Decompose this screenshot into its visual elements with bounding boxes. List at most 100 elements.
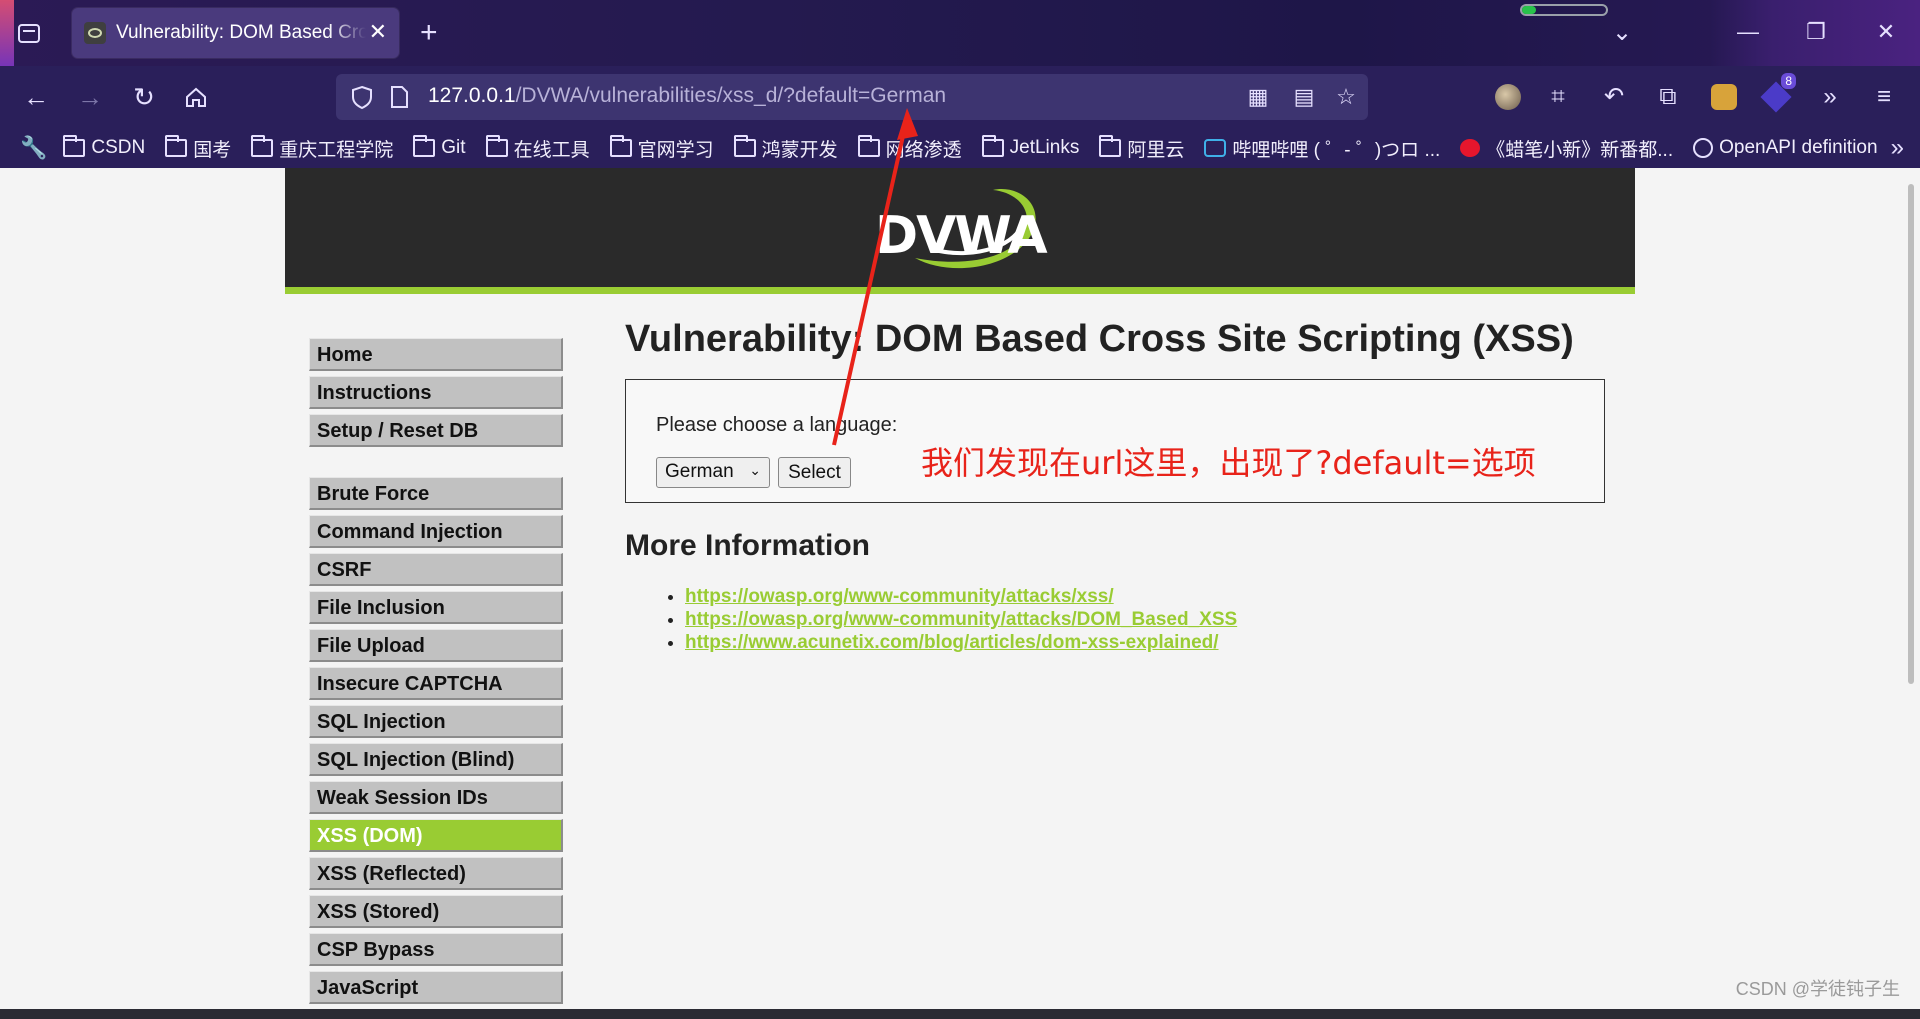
link-acunetix[interactable]: https://www.acunetix.com/blog/articles/d…	[685, 632, 1219, 653]
reader-view-icon[interactable]: ▤	[1290, 84, 1318, 110]
wrench-icon[interactable]: 🔧	[20, 135, 47, 161]
menu-item-xss-stored[interactable]: XSS (Stored)	[309, 895, 563, 928]
bookmark-item[interactable]: Git	[413, 135, 466, 159]
bookmark-item[interactable]: 鸿蒙开发	[733, 135, 838, 162]
menu-item-brute-force[interactable]: Brute Force	[309, 477, 563, 510]
list-item: https://owasp.org/www-community/attacks/…	[685, 585, 1615, 608]
extensions-icon[interactable]: ⧉	[1650, 79, 1686, 115]
restore-icon[interactable]: ❐	[1796, 14, 1836, 50]
menu-item-command-injection[interactable]: Command Injection	[309, 515, 563, 548]
navigation-toolbar: ← → ↻ 127.0.0.1/DVWA/vulnerabilities/xss…	[0, 66, 1920, 128]
bookmark-item[interactable]: 官网学习	[609, 135, 714, 162]
menu-item-setup[interactable]: Setup / Reset DB	[309, 414, 563, 447]
bookmarks-overflow-icon[interactable]: »	[1891, 134, 1904, 162]
dvwa-header: DVWA	[285, 168, 1635, 294]
menu-item-weak-session-ids[interactable]: Weak Session IDs	[309, 781, 563, 814]
extension-badge-icon[interactable]: 8	[1758, 73, 1796, 115]
menu-hamburger-icon[interactable]: ≡	[1866, 79, 1902, 115]
os-taskbar	[0, 1009, 1920, 1019]
bookmark-item[interactable]: 网络渗透	[857, 135, 962, 162]
select-button[interactable]: Select	[778, 457, 851, 488]
language-select[interactable]: German ⌄	[656, 457, 770, 488]
bilibili-icon	[1204, 139, 1227, 157]
tracking-shield-icon[interactable]	[350, 84, 374, 110]
bookmark-item[interactable]: OpenAPI definition	[1693, 137, 1878, 159]
list-item: https://owasp.org/www-community/attacks/…	[685, 608, 1615, 631]
bookmark-item[interactable]: 阿里云	[1099, 135, 1184, 162]
globe-icon	[1693, 138, 1714, 158]
chevron-down-icon: ⌄	[749, 462, 761, 478]
folder-icon	[413, 135, 436, 157]
menu-item-xss-dom[interactable]: XSS (DOM)	[309, 819, 563, 852]
undo-icon[interactable]: ↶	[1596, 79, 1632, 115]
menu-item-xss-reflected[interactable]: XSS (Reflected)	[309, 857, 563, 890]
dvwa-container: DVWA Home Instructions Setup / Reset DB …	[285, 168, 1635, 1009]
folder-icon	[981, 135, 1004, 157]
close-window-icon[interactable]: ✕	[1866, 14, 1906, 50]
list-all-tabs-icon[interactable]: ⌄	[1612, 18, 1632, 47]
vulnerable-code-area: Please choose a language: German ⌄ Select…	[625, 379, 1605, 503]
forward-icon[interactable]: →	[72, 79, 108, 115]
url-text[interactable]: 127.0.0.1/DVWA/vulnerabilities/xss_d/?de…	[428, 84, 946, 108]
more-info-links: https://owasp.org/www-community/attacks/…	[685, 585, 1615, 654]
account-avatar[interactable]	[1490, 79, 1526, 115]
bookmark-item[interactable]: 在线工具	[485, 135, 590, 162]
back-icon[interactable]: ←	[18, 79, 54, 115]
page-title: Vulnerability: DOM Based Cross Site Scri…	[625, 318, 1574, 360]
more-info-heading: More Information	[625, 529, 870, 562]
bookmark-item[interactable]: 国考	[165, 135, 231, 162]
tab-overview-icon[interactable]	[14, 18, 44, 48]
menu-item-csp-bypass[interactable]: CSP Bypass	[309, 933, 563, 966]
link-owasp-dom-xss[interactable]: https://owasp.org/www-community/attacks/…	[685, 609, 1237, 630]
annotation-text: 我们发现在url这里，出现了?default=选项	[921, 444, 1536, 482]
vertical-scrollbar[interactable]	[1908, 184, 1914, 684]
home-icon[interactable]	[178, 79, 214, 115]
screenshot-crop-icon[interactable]: ⌗	[1540, 79, 1576, 115]
bookmark-item[interactable]: 《蜡笔小新》新番都...	[1460, 135, 1673, 162]
menu-item-insecure-captcha[interactable]: Insecure CAPTCHA	[309, 667, 563, 700]
weibo-icon	[1460, 139, 1481, 157]
minimize-icon[interactable]: —	[1728, 14, 1768, 50]
watermark: CSDN @学徒钝子生	[1735, 979, 1900, 999]
menu-item-sql-injection[interactable]: SQL Injection	[309, 705, 563, 738]
page-info-icon[interactable]	[388, 84, 410, 115]
folder-icon	[165, 135, 188, 157]
folder-icon	[1099, 135, 1122, 157]
extension-adblock-icon[interactable]	[1706, 79, 1742, 115]
bookmarks-toolbar: 🔧 CSDN 国考 重庆工程学院 Git 在线工具 官网学习 鸿蒙开发 网络渗透…	[0, 128, 1920, 168]
close-tab-icon[interactable]: ✕	[369, 20, 387, 44]
qr-code-icon[interactable]: ▦	[1244, 84, 1272, 110]
menu-item-csrf[interactable]: CSRF	[309, 553, 563, 586]
tab-bar: Vulnerability: DOM Based Cross Site Scri…	[0, 0, 1920, 66]
reload-icon[interactable]: ↻	[126, 79, 162, 115]
sidebar-menu: Home Instructions Setup / Reset DB Brute…	[309, 338, 563, 1009]
theme-decoration	[0, 0, 14, 66]
menu-item-javascript[interactable]: JavaScript	[309, 971, 563, 1004]
web-page: DVWA Home Instructions Setup / Reset DB …	[0, 168, 1920, 1009]
menu-item-instructions[interactable]: Instructions	[309, 376, 563, 409]
folder-icon	[63, 135, 86, 157]
bookmark-star-icon[interactable]: ☆	[1332, 84, 1360, 110]
link-owasp-xss[interactable]: https://owasp.org/www-community/attacks/…	[685, 586, 1114, 607]
main-content: Vulnerability: DOM Based Cross Site Scri…	[625, 318, 1615, 654]
folder-icon	[857, 135, 880, 157]
address-bar[interactable]: 127.0.0.1/DVWA/vulnerabilities/xss_d/?de…	[336, 74, 1368, 120]
dvwa-logo: DVWA	[875, 180, 1048, 280]
menu-item-sql-injection-blind[interactable]: SQL Injection (Blind)	[309, 743, 563, 776]
progress-indicator	[1520, 4, 1608, 16]
bookmark-item[interactable]: JetLinks	[981, 135, 1079, 159]
folder-icon	[485, 135, 508, 157]
list-item: https://www.acunetix.com/blog/articles/d…	[685, 631, 1615, 654]
folder-icon	[251, 135, 274, 157]
bookmark-item[interactable]: CSDN	[63, 135, 145, 159]
menu-item-file-inclusion[interactable]: File Inclusion	[309, 591, 563, 624]
active-tab[interactable]: Vulnerability: DOM Based Cross Site Scri…	[72, 8, 399, 58]
new-tab-button[interactable]: +	[420, 16, 438, 50]
bookmark-item[interactable]: 重庆工程学院	[251, 135, 393, 162]
bookmark-item[interactable]: 哔哩哔哩 ( ゜- ゜)つロ ...	[1204, 135, 1440, 162]
overflow-chevron-icon[interactable]: »	[1812, 79, 1848, 115]
language-label: Please choose a language:	[656, 414, 898, 436]
folder-icon	[733, 135, 756, 157]
menu-item-home[interactable]: Home	[309, 338, 563, 371]
menu-item-file-upload[interactable]: File Upload	[309, 629, 563, 662]
